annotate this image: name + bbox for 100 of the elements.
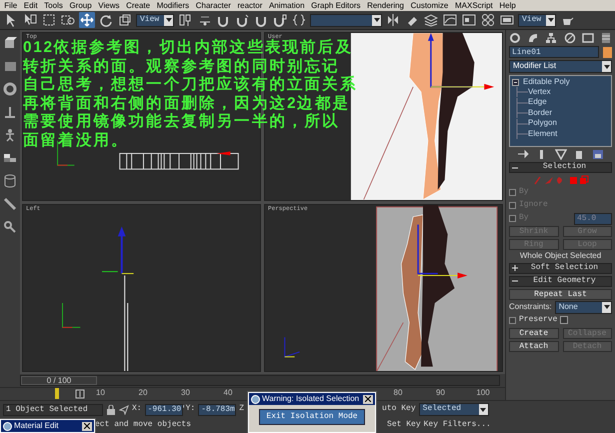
exit-isolation-button[interactable]: Exit Isolation Mode <box>259 409 365 425</box>
ruler-label: 40 <box>224 389 232 398</box>
move-icon[interactable] <box>79 12 95 28</box>
menu-item[interactable]: Edit <box>20 0 41 11</box>
box-icon[interactable] <box>3 59 17 73</box>
caret-icon <box>604 305 610 310</box>
motion-tab-icon[interactable] <box>564 32 576 44</box>
tree-line-icon <box>516 98 528 108</box>
axis-gizmo-icon <box>284 336 300 357</box>
object-name-field[interactable]: Line01 <box>509 46 599 58</box>
display-tab-icon[interactable] <box>582 32 594 44</box>
caret-icon <box>166 18 172 22</box>
rectangle-select-icon[interactable] <box>41 12 57 28</box>
tool-button[interactable]: Create <box>509 328 558 339</box>
dropdown[interactable]: View <box>518 14 556 26</box>
stack-item[interactable]: Polygon <box>528 118 557 129</box>
auto-key-button[interactable]: uto Key <box>382 405 416 414</box>
menu-item[interactable]: Rendering <box>364 0 408 11</box>
time-slider-track[interactable]: 0 / 100 <box>20 375 500 386</box>
menu-item[interactable]: Help <box>496 0 520 11</box>
magnet-icon[interactable] <box>234 12 250 28</box>
ruler-label: 80 <box>394 389 402 398</box>
caret-icon <box>604 64 610 68</box>
menu-item[interactable]: Animation <box>266 0 308 11</box>
menu-item[interactable]: reactor <box>234 0 266 11</box>
expand-icon[interactable] <box>512 78 519 86</box>
modifier-stack[interactable]: Editable Poly Vertex Edge Border Polygon Element <box>509 75 612 147</box>
app-logo-icon <box>3 422 12 430</box>
menu-item[interactable]: Customize <box>407 0 452 11</box>
cube-icon[interactable] <box>3 36 17 50</box>
constraints-dropdown[interactable]: None <box>554 300 612 314</box>
braces-icon[interactable] <box>291 12 307 28</box>
brush-icon[interactable] <box>3 197 17 211</box>
create-tab-icon[interactable] <box>509 32 521 44</box>
hierarchy-tab-icon[interactable] <box>545 32 558 44</box>
x-coordinate-field[interactable]: -961.30' <box>144 404 183 416</box>
ruler-label: 10 <box>96 389 105 398</box>
funnel-icon[interactable] <box>554 149 566 160</box>
color-swatch[interactable] <box>603 46 612 58</box>
tool-button[interactable]: Attach <box>509 340 558 352</box>
menu-item[interactable]: Graph Editors <box>308 0 364 11</box>
scale-icon[interactable] <box>117 12 133 28</box>
settings-icon[interactable] <box>560 316 568 324</box>
stack-item[interactable]: Editable Poly <box>523 78 570 87</box>
rollout-header[interactable]: Edit Geometry <box>509 276 612 287</box>
option-label: Preserve <box>519 316 558 325</box>
stand-icon[interactable] <box>3 105 17 119</box>
utilities-tab-icon[interactable] <box>600 32 612 44</box>
lock-icon[interactable] <box>106 404 116 414</box>
selection-set-dropdown[interactable] <box>310 14 382 26</box>
menu-item[interactable]: MAXScript <box>452 0 496 11</box>
close-icon <box>365 396 371 402</box>
menu-item[interactable]: File <box>1 0 20 11</box>
collapse-icon[interactable] <box>512 278 518 284</box>
menu-item[interactable]: Character <box>192 0 234 11</box>
dropdown[interactable]: View <box>136 14 174 26</box>
figure-icon[interactable] <box>3 128 17 142</box>
guide-line <box>376 322 404 371</box>
set-key-button[interactable]: Set Key <box>387 421 421 430</box>
menu-item[interactable]: Create <box>122 0 154 11</box>
ring-icon[interactable] <box>3 82 17 96</box>
menu-item[interactable]: Views <box>94 0 123 11</box>
select-by-name-icon[interactable] <box>22 12 38 28</box>
stack-item[interactable]: Edge <box>528 97 547 108</box>
repeat-last-button[interactable]: Repeat Last <box>509 288 612 300</box>
spheres-icon[interactable] <box>480 12 496 28</box>
collapse-icon[interactable] <box>512 164 518 170</box>
cursor-icon[interactable] <box>119 404 129 414</box>
tree-line-icon <box>516 129 528 140</box>
close-button[interactable] <box>82 422 92 430</box>
cylinder-icon[interactable] <box>3 174 17 188</box>
key-filters-button[interactable]: Key Filters... <box>424 421 491 430</box>
key-mode-dropdown[interactable]: Selected <box>418 403 489 416</box>
menu-item[interactable]: Modifiers <box>153 0 192 11</box>
close-button[interactable] <box>363 394 373 404</box>
rollout-header[interactable]: Selection <box>509 162 612 173</box>
selection-status-field: 1 Object Selected <box>3 404 103 416</box>
axis-gizmo-icon <box>62 302 81 328</box>
window-icon[interactable] <box>461 12 477 28</box>
rollout-header[interactable]: Soft Selection <box>509 262 612 274</box>
checkbox[interactable] <box>509 316 516 324</box>
dialog-title-bar: Warning: Isolated Selection <box>249 393 375 405</box>
time-slider-thumb[interactable]: 0 / 100 <box>21 376 97 385</box>
stack-item[interactable]: Border <box>528 108 552 118</box>
coordinate-label: Y: <box>186 405 196 414</box>
stack-item[interactable]: Element <box>528 128 558 140</box>
stack-item[interactable]: Vertex <box>528 86 551 98</box>
graph-window-icon[interactable] <box>442 12 458 28</box>
transform-gizmo-icon <box>102 226 134 274</box>
constraints-label: Constraints: <box>509 302 552 312</box>
menu-item[interactable]: Tools <box>40 0 66 11</box>
modify-tab-icon[interactable] <box>527 32 540 44</box>
menu-item[interactable]: Group <box>66 0 95 11</box>
magnet-icon[interactable] <box>272 12 288 28</box>
modifier-list-dropdown[interactable]: Modifier List <box>509 60 612 73</box>
mirror-icon[interactable] <box>385 12 401 28</box>
y-coordinate-field[interactable]: -8.783m <box>198 404 236 416</box>
panels-icon[interactable] <box>3 151 17 165</box>
layers-icon[interactable] <box>423 12 439 28</box>
wrench-icon[interactable] <box>3 220 17 234</box>
